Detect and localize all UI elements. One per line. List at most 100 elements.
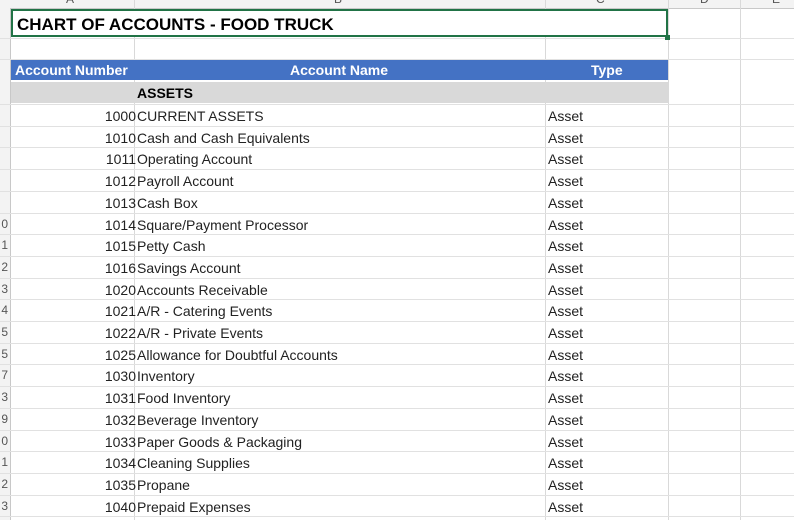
account-name: Allowance for Doubtful Accounts <box>137 346 338 363</box>
account-name: Operating Account <box>137 151 253 168</box>
sheet-title: CHART OF ACCOUNTS - FOOD TRUCK <box>17 15 334 34</box>
column-header-d[interactable]: D <box>700 0 709 6</box>
spreadsheet-grid: A B C D E 0 1 2 3 4 5 5 7 3 9 0 1 2 3 CHART OF ACCOUN… <box>0 0 794 520</box>
account-number: 1031 <box>104 390 136 407</box>
account-type: Asset <box>548 390 584 407</box>
account-type: Asset <box>548 194 584 211</box>
account-number: 1022 <box>104 325 136 341</box>
account-name: A/R - Private Events <box>137 325 264 341</box>
account-name: Prepaid Expenses <box>137 498 251 515</box>
account-type: Asset <box>548 411 584 428</box>
table-row[interactable]: 1011 Operating Account Asset <box>11 148 668 170</box>
table-row[interactable]: 1020 Accounts Receivable Asset <box>11 279 668 301</box>
table-row[interactable]: 1032 Beverage Inventory Asset <box>11 409 668 431</box>
fill-handle[interactable] <box>665 35 670 40</box>
account-number: 1034 <box>104 455 136 472</box>
table-row[interactable]: 1010 Cash and Cash Equivalents Asset <box>11 127 668 149</box>
account-name: Beverage Inventory <box>137 411 259 428</box>
header-account-number-cell[interactable]: Account Number <box>11 60 134 80</box>
account-name: Cleaning Supplies <box>137 455 250 472</box>
gridline <box>0 38 794 39</box>
gridline <box>668 0 669 520</box>
account-type: Asset <box>548 108 584 124</box>
table-row[interactable]: 1016 Savings Account Asset <box>11 257 668 279</box>
account-name: Accounts Receivable <box>137 281 268 298</box>
account-number: 1020 <box>104 281 136 298</box>
table-row[interactable]: 1033 Paper Goods & Packaging Asset <box>11 431 668 453</box>
table-row[interactable]: 1021 A/R - Catering Events Asset <box>11 300 668 322</box>
account-type: Asset <box>548 151 584 168</box>
row-number[interactable]: 1 <box>0 238 8 252</box>
table-row[interactable]: 1030 Inventory Asset <box>11 365 668 387</box>
account-type: Asset <box>548 281 584 298</box>
account-type: Asset <box>548 129 584 146</box>
row-number[interactable]: 7 <box>0 368 8 382</box>
row-number[interactable]: 2 <box>0 260 8 274</box>
account-number: 1014 <box>104 216 136 233</box>
account-number: 1010 <box>104 129 136 146</box>
title-cell[interactable]: CHART OF ACCOUNTS - FOOD TRUCK <box>11 9 668 37</box>
table-row[interactable]: 1015 Petty Cash Asset <box>11 235 668 257</box>
table-row[interactable]: 1012 Payroll Account Asset <box>11 170 668 192</box>
section-row[interactable]: ASSETS <box>11 82 668 103</box>
account-number: 1032 <box>104 411 136 428</box>
account-name: Cash Box <box>137 194 198 211</box>
row-number[interactable]: 1 <box>0 455 8 469</box>
header-type: Type <box>591 62 623 78</box>
table-row[interactable]: 1000 CURRENT ASSETS Asset <box>11 105 668 127</box>
account-name: Food Inventory <box>137 390 231 407</box>
header-type-cell[interactable]: Type <box>545 60 668 80</box>
account-type: Asset <box>548 325 584 341</box>
header-account-name-cell[interactable]: Account Name <box>134 60 545 80</box>
header-account-number: Account Number <box>15 62 128 78</box>
column-header-e[interactable]: E <box>772 0 780 6</box>
table-row[interactable]: 1034 Cleaning Supplies Asset <box>11 452 668 474</box>
account-number: 1040 <box>104 498 136 515</box>
row-number[interactable]: 0 <box>0 434 8 448</box>
account-type: Asset <box>548 498 584 515</box>
table-row[interactable]: 1022 A/R - Private Events Asset <box>11 322 668 344</box>
section-label: ASSETS <box>137 85 194 101</box>
account-number: 1016 <box>104 259 136 276</box>
gridline <box>740 0 741 520</box>
account-name: Square/Payment Processor <box>137 216 309 233</box>
column-header-a[interactable]: A <box>66 0 74 6</box>
row-number[interactable]: 2 <box>0 477 8 491</box>
row-number[interactable]: 4 <box>0 303 8 317</box>
account-type: Asset <box>548 238 584 255</box>
account-name: Propane <box>137 476 190 493</box>
table-row[interactable]: 1013 Cash Box Asset <box>11 192 668 214</box>
account-type: Asset <box>548 346 584 363</box>
account-number: 1035 <box>104 476 136 493</box>
header-account-name: Account Name <box>290 62 389 78</box>
account-type: Asset <box>548 259 584 276</box>
table-row[interactable]: 1025 Allowance for Doubtful Accounts Asset <box>11 344 668 366</box>
account-name: CURRENT ASSETS <box>137 108 264 124</box>
table-row[interactable]: 1031 Food Inventory Asset <box>11 387 668 409</box>
account-number: 1030 <box>104 368 136 385</box>
row-number[interactable]: 3 <box>0 390 8 404</box>
account-name: Paper Goods & Packaging <box>137 433 302 450</box>
account-type: Asset <box>548 476 584 493</box>
account-type: Asset <box>548 433 584 450</box>
row-number[interactable]: 5 <box>0 325 8 339</box>
column-header-c[interactable]: C <box>596 0 605 6</box>
row-number[interactable]: 5 <box>0 347 8 361</box>
column-header-b[interactable]: B <box>334 0 342 6</box>
table-row[interactable]: 1040 Prepaid Expenses Asset <box>11 496 668 518</box>
account-type: Asset <box>548 173 584 190</box>
account-number: 1025 <box>104 346 136 363</box>
row-number[interactable]: 9 <box>0 412 8 426</box>
row-number[interactable]: 3 <box>0 499 8 513</box>
account-name: Inventory <box>137 368 195 385</box>
row-number[interactable]: 3 <box>0 282 8 296</box>
account-name: Cash and Cash Equivalents <box>137 129 310 146</box>
account-number: 1013 <box>104 194 136 211</box>
table-row[interactable]: 1035 Propane Asset <box>11 474 668 496</box>
account-type: Asset <box>548 216 584 233</box>
account-number: 1012 <box>104 173 136 190</box>
row-number[interactable]: 0 <box>0 217 8 231</box>
account-number: 1021 <box>104 303 136 320</box>
account-name: A/R - Catering Events <box>137 303 273 320</box>
table-row[interactable]: 1014 Square/Payment Processor Asset <box>11 214 668 236</box>
